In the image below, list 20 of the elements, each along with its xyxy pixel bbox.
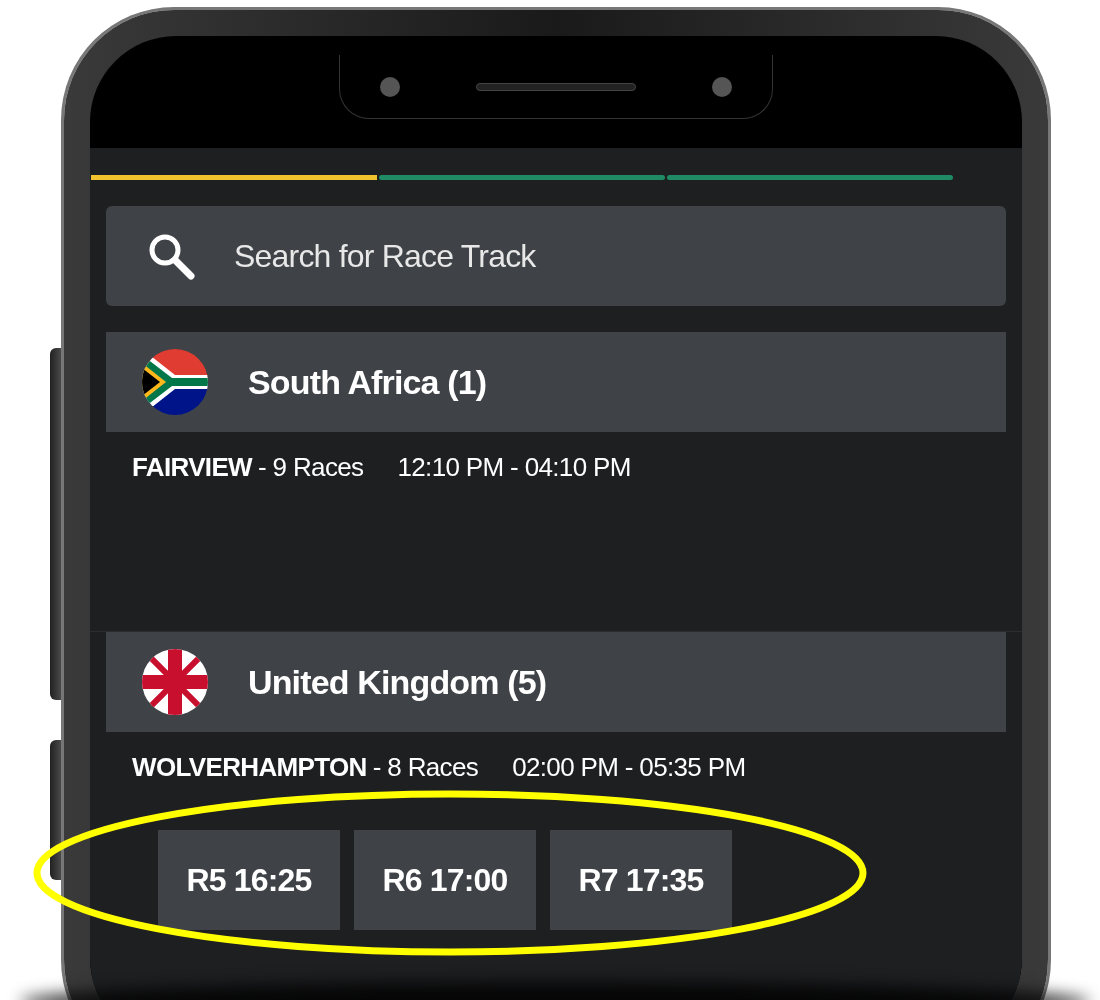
country-name: South Africa (1) — [248, 361, 487, 403]
tab-indicator[interactable] — [379, 175, 665, 180]
race-button[interactable]: R6 17:00 — [354, 830, 536, 930]
camera-icon — [712, 76, 732, 97]
race-button[interactable]: R5 16:25 — [158, 830, 340, 930]
race-count: - 8 Races — [372, 751, 479, 784]
race-time-range: 12:10 PM - 04:10 PM — [397, 451, 631, 484]
race-button[interactable]: R7 17:35 — [550, 830, 732, 930]
tab-indicator[interactable] — [667, 175, 953, 180]
country-header[interactable]: South Africa (1) — [106, 332, 1006, 432]
tab-indicator[interactable] — [91, 175, 377, 180]
search-field[interactable]: Search for Race Track — [106, 206, 1006, 306]
flag-icon — [142, 349, 208, 415]
race-time-range: 02:00 PM - 05:35 PM — [512, 751, 746, 784]
country-header[interactable]: United Kingdom (5) — [106, 632, 1006, 732]
country-name: United Kingdom (5) — [248, 661, 547, 703]
track-name[interactable]: FAIRVIEW — [132, 448, 252, 487]
camera-icon — [380, 76, 400, 97]
race-count: - 9 Races — [258, 451, 364, 484]
track-name[interactable]: WOLVERHAMPTON — [132, 748, 367, 787]
